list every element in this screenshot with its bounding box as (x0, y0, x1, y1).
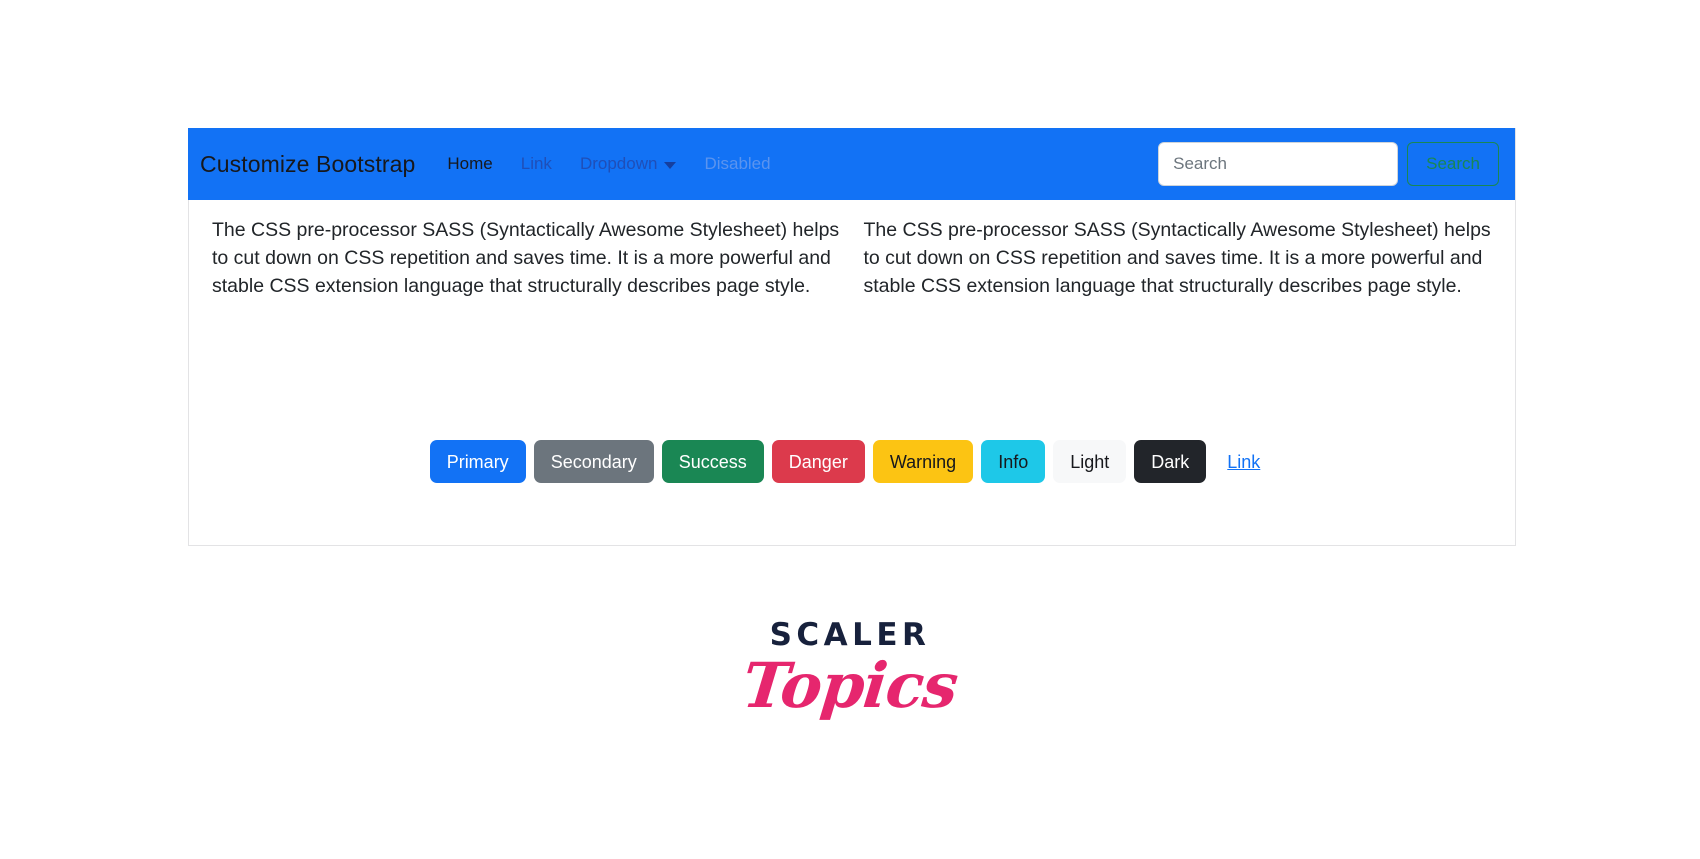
search-button[interactable]: Search (1407, 142, 1499, 186)
navbar-search-form: Search (1158, 142, 1499, 186)
nav-link-dropdown-label: Dropdown (579, 154, 658, 173)
scaler-topics-logo: SCALER Topics (0, 617, 1700, 723)
button-primary[interactable]: Primary (429, 440, 526, 483)
button-showcase-row: Primary Secondary Success Danger Warning… (188, 440, 1515, 483)
nav-link-disabled: Disabled (690, 146, 784, 182)
paragraph-column-right: The CSS pre-processor SASS (Syntacticall… (852, 216, 1504, 300)
card-body: The CSS pre-processor SASS (Syntacticall… (188, 200, 1515, 546)
button-light[interactable]: Light (1053, 440, 1127, 483)
paragraph-left: The CSS pre-processor SASS (Syntacticall… (212, 219, 840, 297)
paragraph-row: The CSS pre-processor SASS (Syntacticall… (200, 216, 1503, 300)
search-input[interactable] (1158, 142, 1399, 186)
nav-link-dropdown[interactable]: Dropdown (566, 146, 691, 182)
nav-link-link[interactable]: Link (507, 146, 566, 182)
button-secondary[interactable]: Secondary (533, 440, 654, 483)
navbar-links: Home Link Dropdown Disabled (433, 146, 784, 182)
button-link[interactable]: Link (1214, 440, 1273, 483)
nav-link-disabled-label: Disabled (704, 154, 771, 173)
button-success[interactable]: Success (661, 440, 764, 483)
button-danger[interactable]: Danger (771, 440, 865, 483)
page-root: Customize Bootstrap Home Link Dropdown D… (0, 0, 1700, 859)
paragraph-column-left: The CSS pre-processor SASS (Syntacticall… (200, 216, 852, 300)
button-info[interactable]: Info (981, 440, 1046, 483)
button-dark[interactable]: Dark (1134, 440, 1207, 483)
navbar-brand[interactable]: Customize Bootstrap (200, 151, 425, 178)
nav-link-home-label: Home (447, 154, 493, 173)
paragraph-right: The CSS pre-processor SASS (Syntacticall… (863, 219, 1491, 297)
button-warning[interactable]: Warning (872, 440, 974, 483)
nav-link-home[interactable]: Home (433, 146, 506, 182)
navbar: Customize Bootstrap Home Link Dropdown D… (188, 128, 1515, 200)
logo-wordmark: SCALER (769, 617, 931, 653)
logo-script: Topics (739, 649, 961, 722)
nav-link-link-label: Link (520, 154, 552, 173)
caret-down-icon (664, 161, 677, 169)
